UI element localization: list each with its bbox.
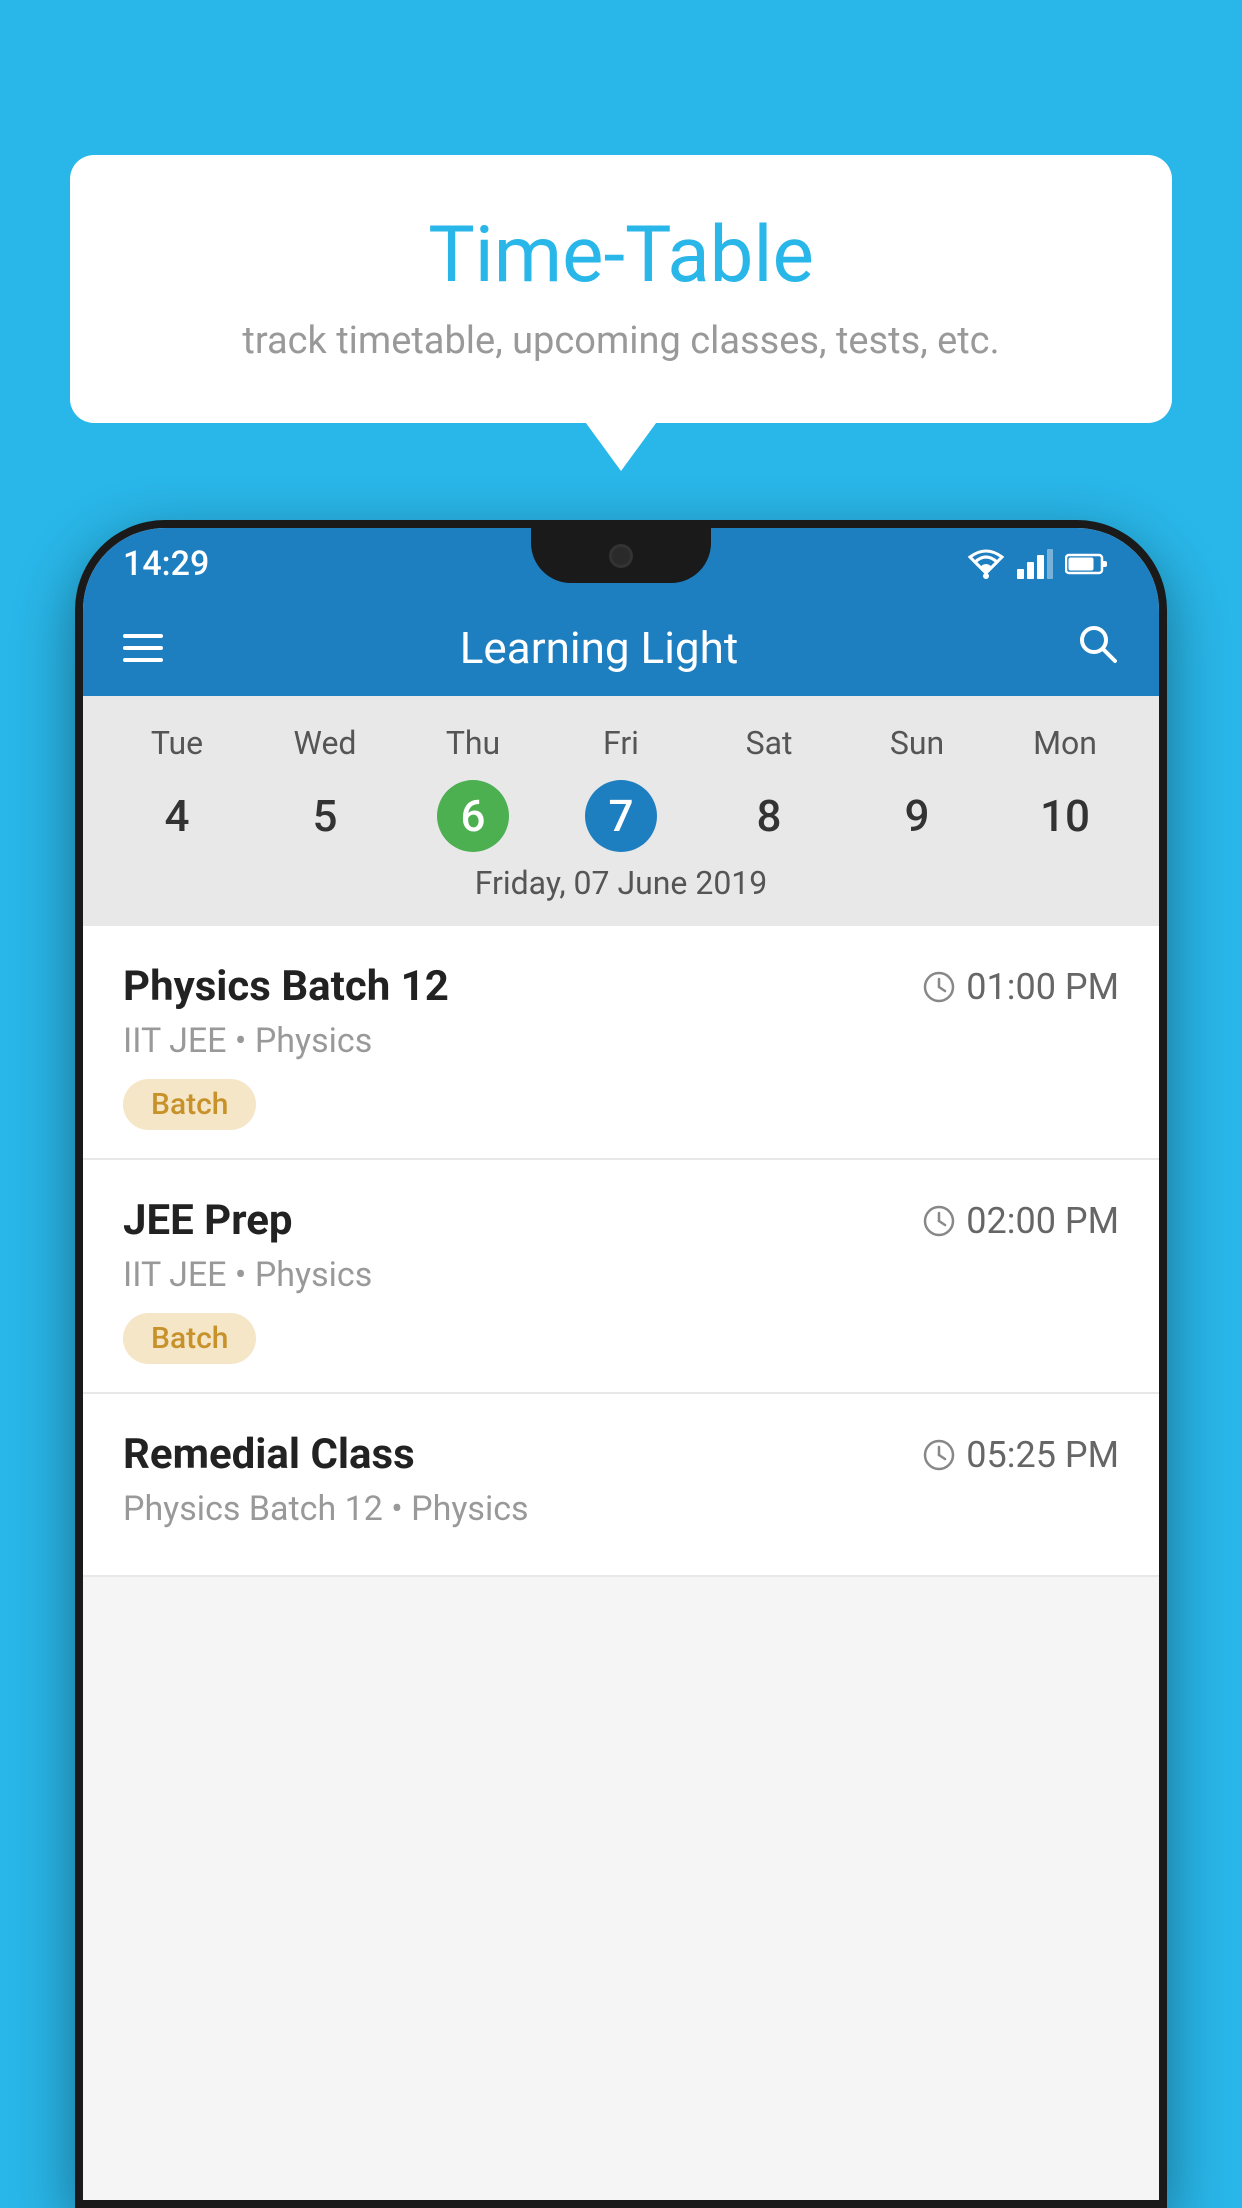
battery-icon xyxy=(1065,552,1109,576)
day-10[interactable]: 10 xyxy=(991,780,1139,852)
status-time: 14:29 xyxy=(123,544,209,584)
schedule-item-3-sub: Physics Batch 12 • Physics xyxy=(123,1489,1119,1529)
tooltip-card: Time-Table track timetable, upcoming cla… xyxy=(70,155,1172,423)
calendar-section: Tue Wed Thu Fri Sat Sun Mon 4 5 6 7 8 9 … xyxy=(83,696,1159,926)
phone-notch xyxy=(531,528,711,583)
schedule-item-1-title: Physics Batch 12 xyxy=(123,962,449,1011)
schedule-item-2-header: JEE Prep 02:00 PM xyxy=(123,1196,1119,1245)
schedule-item-2[interactable]: JEE Prep 02:00 PM IIT JEE • Physics Batc… xyxy=(83,1160,1159,1394)
hamburger-line-1 xyxy=(123,634,163,638)
calendar-date-label: Friday, 07 June 2019 xyxy=(103,864,1139,916)
schedule-item-2-time: 02:00 PM xyxy=(922,1200,1119,1242)
day-headers: Tue Wed Thu Fri Sat Sun Mon xyxy=(103,716,1139,770)
day-label-wed: Wed xyxy=(251,716,399,770)
schedule-item-1-tag: Batch xyxy=(123,1079,256,1130)
schedule-item-3-time: 05:25 PM xyxy=(922,1434,1119,1476)
schedule-item-2-sub: IIT JEE • Physics xyxy=(123,1255,1119,1295)
clock-icon-3 xyxy=(922,1438,956,1472)
day-8[interactable]: 8 xyxy=(695,780,843,852)
app-title: Learning Light xyxy=(199,622,999,674)
day-numbers: 4 5 6 7 8 9 10 xyxy=(103,780,1139,852)
day-label-fri: Fri xyxy=(547,716,695,770)
wifi-icon xyxy=(967,549,1005,579)
day-label-sat: Sat xyxy=(695,716,843,770)
status-icons xyxy=(967,549,1109,579)
schedule-item-3-title: Remedial Class xyxy=(123,1430,415,1479)
schedule-item-1-header: Physics Batch 12 01:00 PM xyxy=(123,962,1119,1011)
day-label-mon: Mon xyxy=(991,716,1139,770)
app-header: Learning Light xyxy=(83,600,1159,696)
schedule-list: Physics Batch 12 01:00 PM IIT JEE • Phys… xyxy=(83,926,1159,1577)
day-label-sun: Sun xyxy=(843,716,991,770)
schedule-item-1-sub: IIT JEE • Physics xyxy=(123,1021,1119,1061)
hamburger-line-2 xyxy=(123,646,163,650)
hamburger-menu-icon[interactable] xyxy=(123,634,163,662)
phone-frame: 14:29 xyxy=(75,520,1167,2208)
tooltip-subtitle: track timetable, upcoming classes, tests… xyxy=(130,319,1112,363)
clock-icon-1 xyxy=(922,970,956,1004)
day-9[interactable]: 9 xyxy=(843,780,991,852)
hamburger-line-3 xyxy=(123,658,163,662)
schedule-item-3[interactable]: Remedial Class 05:25 PM Physics Batch 12… xyxy=(83,1394,1159,1577)
day-4[interactable]: 4 xyxy=(103,780,251,852)
schedule-item-1-time: 01:00 PM xyxy=(922,966,1119,1008)
schedule-item-3-header: Remedial Class 05:25 PM xyxy=(123,1430,1119,1479)
phone-inner: 14:29 xyxy=(83,528,1159,2200)
schedule-item-1[interactable]: Physics Batch 12 01:00 PM IIT JEE • Phys… xyxy=(83,926,1159,1160)
schedule-item-2-title: JEE Prep xyxy=(123,1196,293,1245)
search-button[interactable] xyxy=(1075,621,1119,676)
tooltip-title: Time-Table xyxy=(130,210,1112,301)
day-6-today[interactable]: 6 xyxy=(437,780,509,852)
day-5[interactable]: 5 xyxy=(251,780,399,852)
signal-icon xyxy=(1017,549,1053,579)
clock-icon-2 xyxy=(922,1204,956,1238)
phone-camera xyxy=(609,544,633,568)
day-7-selected[interactable]: 7 xyxy=(585,780,657,852)
day-label-thu: Thu xyxy=(399,716,547,770)
schedule-item-2-tag: Batch xyxy=(123,1313,256,1364)
day-label-tue: Tue xyxy=(103,716,251,770)
